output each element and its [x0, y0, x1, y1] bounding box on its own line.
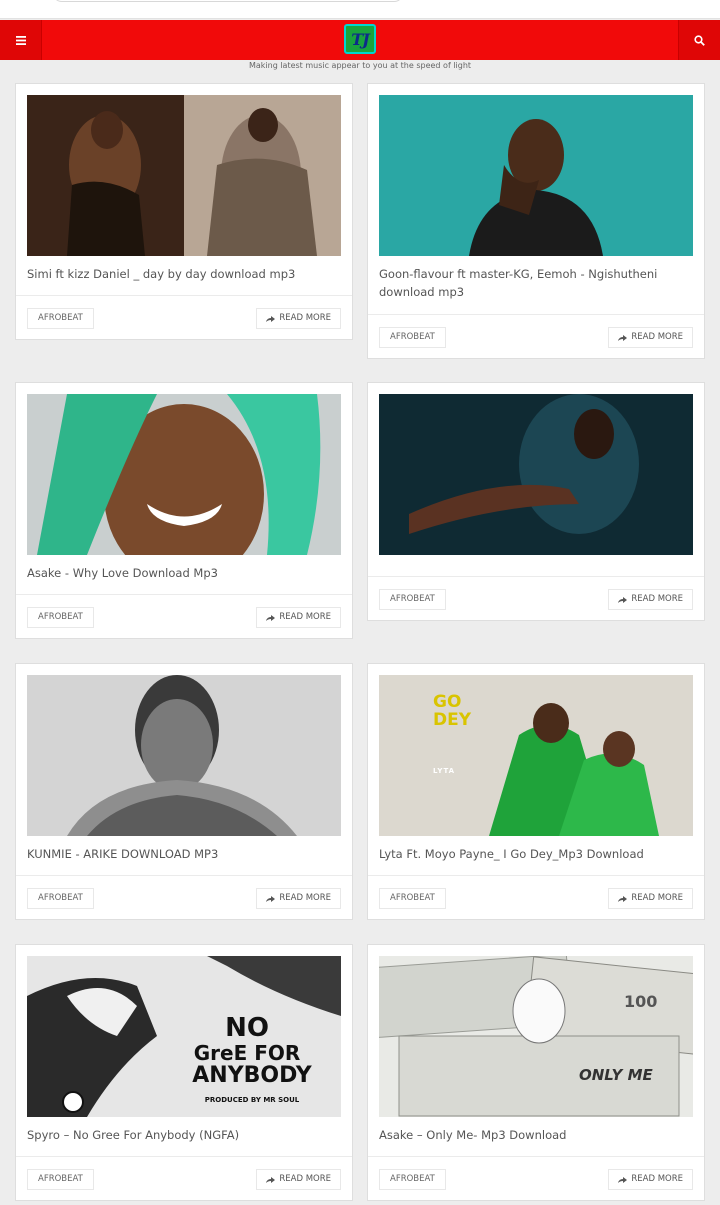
read-more-button[interactable]: READ MORE: [256, 308, 341, 329]
post-thumbnail[interactable]: [27, 675, 341, 836]
category-tag[interactable]: AFROBEAT: [379, 327, 446, 348]
category-tag[interactable]: AFROBEAT: [27, 308, 94, 329]
share-icon: [618, 334, 628, 341]
read-more-label: READ MORE: [279, 1174, 331, 1184]
read-more-button[interactable]: READ MORE: [608, 1169, 693, 1190]
site-tagline: Making latest music appear to you at the…: [248, 61, 472, 70]
post-title[interactable]: Asake – Only Me- Mp3 Download: [379, 1126, 693, 1144]
card-divider: [368, 1156, 704, 1157]
category-tag[interactable]: AFROBEAT: [379, 589, 446, 610]
card-divider: [16, 594, 352, 595]
post-thumbnail[interactable]: GO DEY LYTA: [379, 675, 693, 836]
post-card: GO DEY LYTA Lyta Ft. Moyo Payne_ I Go De…: [367, 663, 705, 920]
post-card: 100 ONLY ME Asake – Only Me- Mp3 Downloa…: [367, 944, 705, 1201]
cover-artist: LYTA: [433, 767, 456, 775]
search-button[interactable]: [678, 20, 720, 60]
post-thumbnail[interactable]: [379, 394, 693, 555]
post-thumbnail[interactable]: 100 ONLY ME: [379, 956, 693, 1117]
top-search-bar[interactable]: [52, 0, 404, 2]
category-tag[interactable]: AFROBEAT: [379, 888, 446, 909]
read-more-label: READ MORE: [279, 612, 331, 622]
post-card: KUNMIE - ARIKE DOWNLOAD MP3 AFROBEAT REA…: [15, 663, 353, 920]
cover-line-2: GreE FOR: [193, 1041, 301, 1065]
read-more-label: READ MORE: [279, 893, 331, 903]
menu-button[interactable]: [0, 20, 42, 60]
card-divider: [16, 875, 352, 876]
top-bar: [0, 0, 720, 19]
post-thumbnail[interactable]: NO GreE FOR ANYBODY PRODUCED BY MR SOUL: [27, 956, 341, 1117]
read-more-button[interactable]: READ MORE: [608, 888, 693, 909]
category-tag[interactable]: AFROBEAT: [27, 607, 94, 628]
post-card: Goon-flavour ft master-KG, Eemoh - Ngish…: [367, 83, 705, 359]
post-title[interactable]: Simi ft kizz Daniel _ day by day downloa…: [27, 265, 341, 283]
post-title[interactable]: KUNMIE - ARIKE DOWNLOAD MP3: [27, 845, 341, 863]
share-icon: [618, 596, 628, 603]
share-icon: [618, 895, 628, 902]
card-divider: [368, 314, 704, 315]
post-title[interactable]: Lyta Ft. Moyo Payne_ I Go Dey_Mp3 Downlo…: [379, 845, 693, 863]
bars-icon: [15, 35, 26, 45]
card-divider: [16, 295, 352, 296]
cover-producer: PRODUCED BY MR SOUL: [204, 1096, 300, 1104]
cover-line-3: ANYBODY: [192, 1063, 312, 1088]
bill-number: 100: [624, 992, 658, 1011]
post-thumbnail[interactable]: [27, 394, 341, 555]
share-icon: [266, 614, 276, 621]
read-more-button[interactable]: READ MORE: [608, 327, 693, 348]
share-icon: [266, 895, 276, 902]
post-title[interactable]: Spyro – No Gree For Anybody (NGFA): [27, 1126, 341, 1144]
card-divider: [368, 875, 704, 876]
post-card: Simi ft kizz Daniel _ day by day downloa…: [15, 83, 353, 340]
read-more-label: READ MORE: [631, 332, 683, 342]
read-more-label: READ MORE: [279, 313, 331, 323]
share-icon: [266, 1176, 276, 1183]
category-tag[interactable]: AFROBEAT: [27, 888, 94, 909]
post-thumbnail[interactable]: [27, 95, 341, 256]
read-more-label: READ MORE: [631, 594, 683, 604]
post-title[interactable]: Asake - Why Love Download Mp3: [27, 564, 341, 582]
share-icon: [618, 1176, 628, 1183]
read-more-button[interactable]: READ MORE: [256, 888, 341, 909]
card-divider: [368, 576, 704, 577]
logo-text: TJ: [351, 29, 370, 49]
site-logo[interactable]: TJ: [344, 24, 376, 54]
post-card: NO GreE FOR ANYBODY PRODUCED BY MR SOUL …: [15, 944, 353, 1201]
post-card: Asake - Why Love Download Mp3 AFROBEAT R…: [15, 382, 353, 639]
share-icon: [266, 315, 276, 322]
post-card: AFROBEAT READ MORE: [367, 382, 705, 621]
cover-title: ONLY ME: [579, 1066, 653, 1084]
card-divider: [16, 1156, 352, 1157]
category-tag[interactable]: AFROBEAT: [379, 1169, 446, 1190]
read-more-button[interactable]: READ MORE: [256, 1169, 341, 1190]
post-thumbnail[interactable]: [379, 95, 693, 256]
read-more-button[interactable]: READ MORE: [608, 589, 693, 610]
read-more-label: READ MORE: [631, 1174, 683, 1184]
category-tag[interactable]: AFROBEAT: [27, 1169, 94, 1190]
read-more-button[interactable]: READ MORE: [256, 607, 341, 628]
cover-title: GO DEY: [433, 692, 472, 730]
read-more-label: READ MORE: [631, 893, 683, 903]
search-icon: [694, 34, 705, 46]
post-title[interactable]: Goon-flavour ft master-KG, Eemoh - Ngish…: [379, 265, 693, 301]
cover-line-1: NO: [225, 1013, 269, 1043]
